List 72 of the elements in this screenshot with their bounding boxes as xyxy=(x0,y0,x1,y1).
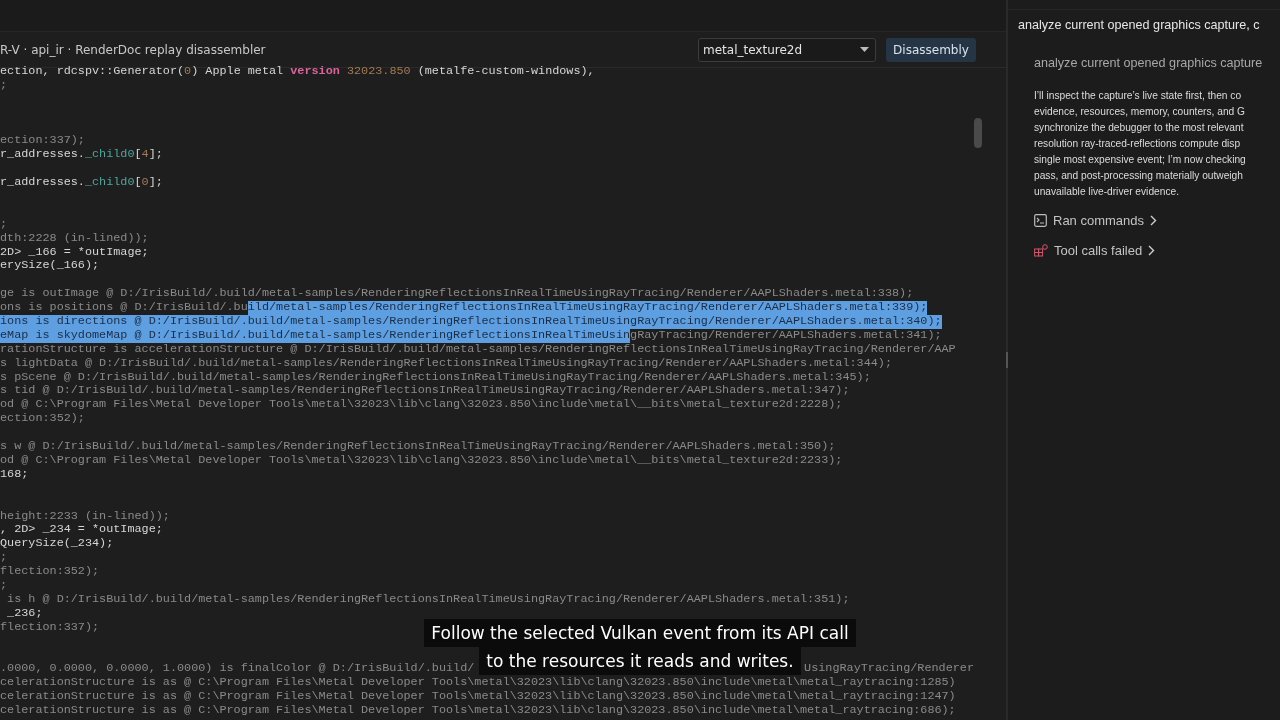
blocks-icon xyxy=(1034,243,1048,257)
code-text: _child0 xyxy=(84,176,135,190)
code-text: 168; xyxy=(0,467,29,482)
code-text: [ xyxy=(134,176,142,190)
reply-text: I’ll inspect the capture’s live state first, then co xyxy=(1034,89,1243,103)
reply-text: unavailable live-driver evidence. xyxy=(1034,185,1180,199)
chevron-icon xyxy=(1148,244,1156,256)
code-text: .0000, 0.0000, 0.0000, 1.0000) is finalColor @ D:/IrisBuild/.build/ xyxy=(0,662,475,677)
code-text: celerationStructure is as @ C:\Program Files\Metal Developer Tools\metal\32023\lib\clang\32023.850\include\metal\metal_raytracing:1285) xyxy=(0,676,956,691)
code-text: 0 xyxy=(141,176,149,190)
code-text: ection, rdcspv::Generator( xyxy=(0,65,185,79)
code-text: QuerySize(_234); xyxy=(0,537,114,552)
code-text: height:2233 (in-lined)); xyxy=(0,509,170,524)
chevron-icon xyxy=(1150,214,1158,226)
reply-text: resolution ray-traced-reflections compute disp xyxy=(1034,137,1242,151)
code-text: celerationStructure is as @ C:\Program Files\Metal Developer Tools\metal\32023\lib\clang\32023.850\include\metal\metal_raytracing:1247) xyxy=(0,690,956,704)
code-text: s w @ D:/IrisBuild/.build/metal-samples/RenderingReflectionsInRealTimeUsingRayTracing/Renderer/AAPLShaders.metal:350); xyxy=(0,440,836,454)
code-text: 2D> _166 = *outImage; xyxy=(0,245,149,260)
user-message: analyze current opened graphics capture xyxy=(1034,56,1264,70)
code-text: ]; xyxy=(148,176,163,190)
code-text: [ xyxy=(134,148,142,163)
code-text: 0 xyxy=(184,65,192,79)
expand-link[interactable]: Tool calls failed xyxy=(1054,242,1143,258)
code-text: r_addresses. xyxy=(0,176,85,190)
code-text: erySize(_166); xyxy=(0,259,100,274)
code-text: ) Apple metal xyxy=(191,65,284,79)
code-text: ection:337); xyxy=(0,134,85,149)
code-text: dth:2228 (in-lined)); xyxy=(0,231,149,246)
code-text: (metalfe-custom-windows), xyxy=(417,65,595,79)
subtitle-caption: Follow the selected Vulkan event from its API call xyxy=(424,619,856,647)
reply-text: evidence, resources, memory, counters, and G xyxy=(1034,105,1246,119)
code-text: 32023.850 xyxy=(346,65,411,79)
code-text: ; xyxy=(0,217,8,232)
code-text: s lightData @ D:/IrisBuild/.build/metal-samples/RenderingReflectionsInRealTimeUsingRayTracing/Renderer/AAPLShaders.metal:344); xyxy=(0,356,892,371)
selected-code-text: ild/metal-samples/RenderingReflectionsInRealTimeUsingRayTracing/Renderer/AAPLShaders.metal:339); xyxy=(247,301,928,316)
code-text: ; xyxy=(0,578,8,593)
code-text: ; xyxy=(0,78,8,93)
selected-code-text: ions is directions @ D:/IrisBuild/.build/metal-samples/RenderingReflectionsInRealTimeUsingRayTracing/Renderer/AAPLShaders.metal:340); xyxy=(0,315,942,329)
dropdown-caret-icon xyxy=(860,47,869,52)
subtitle-caption: to the resources it reads and writes. xyxy=(479,647,801,675)
reply-text: single most expensive event; I’m now checking xyxy=(1034,153,1247,167)
reply-text: pass, and post-processing materially outweigh xyxy=(1034,169,1244,183)
code-text: is h @ D:/IrisBuild/.build/metal-samples/RenderingReflectionsInRealTimeUsingRayTracing/Renderer/AAPLShaders.metal:351); xyxy=(7,592,850,607)
code-text: ection:352); xyxy=(0,412,85,427)
code-text: flection:337); xyxy=(0,620,100,635)
code-text: ; xyxy=(0,551,8,566)
disassembly-button[interactable]: Disassembly xyxy=(886,37,976,62)
code-text: rationStructure is accelerationStructure @ D:/IrisBuild/.build/metal-samples/RenderingReflectionsInRealTimeUsingRayTracing/Renderer/AAP xyxy=(0,342,956,357)
code-text: s pScene @ D:/IrisBuild/.build/metal-samples/RenderingReflectionsInRealTimeUsingRayTracing/Renderer/AAPLShaders.metal:345); xyxy=(0,370,871,385)
panel-title: R-V · api_ir · RenderDoc replay disassembler xyxy=(0,42,267,57)
scrollbar-thumb[interactable] xyxy=(974,118,982,148)
chat-heading: analyze current opened graphics capture, c xyxy=(1017,17,1261,32)
function-dropdown[interactable]: metal_texture2d xyxy=(698,37,876,62)
reply-text: synchronize the debugger to the most relevant xyxy=(1034,121,1245,135)
expand-link[interactable]: Ran commands xyxy=(1053,212,1145,228)
code-text: s tid @ D:/IrisBuild/.build/metal-samples/RenderingReflectionsInRealTimeUsingRayTracing/Renderer/AAPLShaders.metal:347); xyxy=(0,384,850,399)
code-text: ]; xyxy=(148,148,163,163)
code-text: ons is positions @ D:/IrisBuild/.bu xyxy=(0,301,248,316)
code-text: gRayTracing/Renderer/AAPLShaders.metal:341); xyxy=(630,328,942,343)
code-text: 4 xyxy=(141,148,149,163)
terminal-icon xyxy=(1034,213,1047,227)
code-text: od @ C:\Program Files\Metal Developer Tools\metal\32023\lib\clang\32023.850\include\metal\__bits\metal_texture2d:2228); xyxy=(0,398,843,413)
code-text: UsingRayTracing/Renderer xyxy=(804,662,974,677)
code-text: version xyxy=(290,65,340,79)
code-text: ge is outImage @ D:/IrisBuild/.build/metal-samples/RenderingReflectionsInRealTimeUsingRayTracing/Renderer/AAPLShaders.metal:338); xyxy=(0,287,914,302)
code-text: flection:352); xyxy=(0,565,100,579)
code-text: od @ C:\Program Files\Metal Developer Tools\metal\32023\lib\clang\32023.850\include\metal\__bits\metal_texture2d:2233); xyxy=(0,453,843,468)
code-text: celerationStructure is as @ C:\Program Files\Metal Developer Tools\metal\32023\lib\clang\32023.850\include\metal\metal_raytracing:686); xyxy=(0,703,956,718)
code-text: _236; xyxy=(7,606,43,621)
code-text: r_addresses. xyxy=(0,148,85,163)
code-text: _child0 xyxy=(84,148,135,163)
code-text: , 2D> _234 = *outImage; xyxy=(0,523,163,538)
